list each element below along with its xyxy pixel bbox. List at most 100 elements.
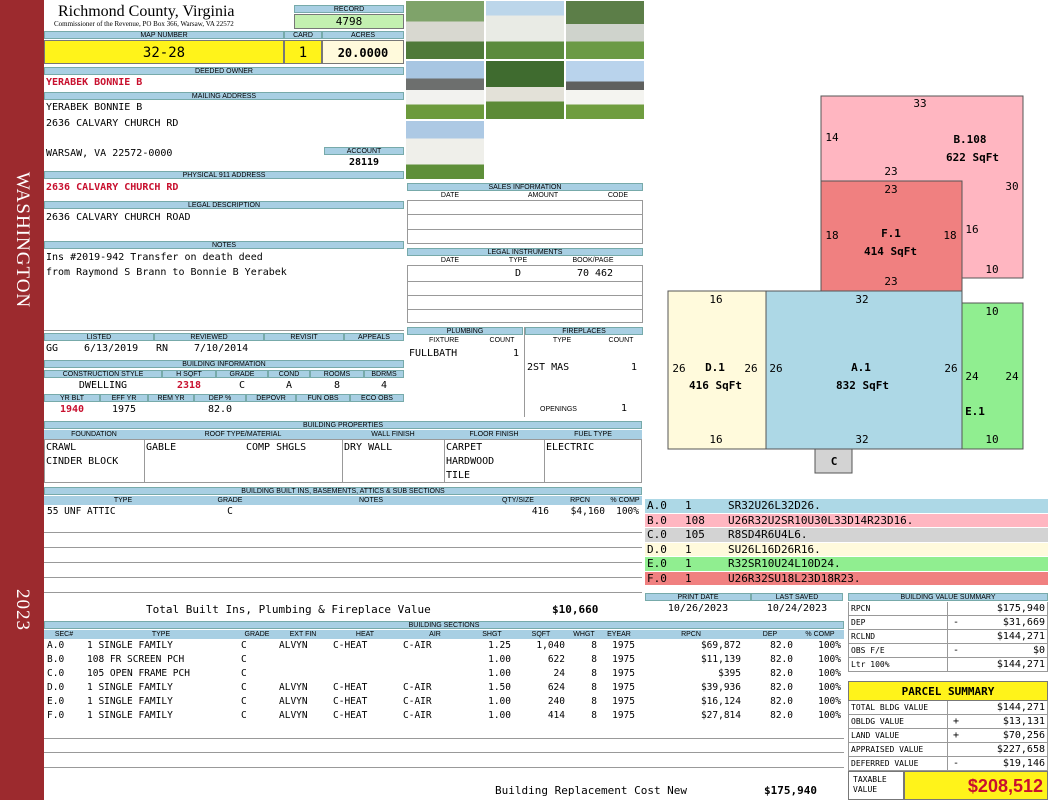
map-number: 32-28 <box>44 40 284 64</box>
bi-col-rooms: ROOMS <box>310 370 364 378</box>
sections-col: TYPE <box>84 630 238 639</box>
section-cell: C <box>241 696 247 707</box>
section-cell: 8 <box>591 696 597 707</box>
plumb-count: 1 <box>512 348 519 359</box>
builtins-col: QTY/SIZE <box>484 496 552 505</box>
divider <box>44 577 642 578</box>
summary-row: Ltr 100% $144,271 <box>848 658 1048 672</box>
section-cell: D.0 <box>47 682 65 693</box>
section-cell: C-HEAT <box>333 640 368 651</box>
bi-style: DWELLING <box>78 380 128 391</box>
physical-address: 2636 CALVARY CHURCH RD <box>46 182 179 193</box>
summary-value: $13,131 <box>1002 716 1045 727</box>
section-cell: C-AIR <box>403 640 432 651</box>
b-dim-inner-bottom: 10 <box>985 263 999 276</box>
section-cell: ALVYN <box>279 682 308 693</box>
bi-col-grade: GRADE <box>216 370 268 378</box>
summary-label: OBS F/E <box>851 646 885 655</box>
year-label: 2023 <box>12 589 33 631</box>
bi-grade: C <box>238 380 246 391</box>
bi-col-depovr: DEPOVR <box>246 394 296 402</box>
properties-label: BUILDING PROPERTIES <box>44 421 642 429</box>
fire-col-count: COUNT <box>608 337 634 344</box>
bi-hsqft: 2318 <box>176 380 202 391</box>
section-cell: B.0 <box>47 654 65 665</box>
card-label: CARD <box>284 31 322 39</box>
section-cell: 8 <box>591 682 597 693</box>
b-name: B.108 <box>953 133 987 146</box>
bi-rooms: 8 <box>333 380 341 391</box>
section-cell: 1 SINGLE FAMILY <box>87 710 173 721</box>
table-row: 55 UNF ATTIC C 416 $4,160 100% <box>44 505 642 519</box>
divider <box>44 330 404 331</box>
section-cell: $395 <box>718 668 741 679</box>
section-cell <box>276 653 330 667</box>
divider <box>44 547 642 548</box>
reviewed-date: 7/10/2014 <box>194 343 249 354</box>
section-cell: 8 <box>591 654 597 665</box>
divider <box>947 743 948 756</box>
sections-col: EYEAR <box>600 630 638 639</box>
legend-row: A.0 1 SR32U26L32D26. <box>645 499 1048 514</box>
mailing-line3: WARSAW, VA 22572-0000 <box>46 148 173 159</box>
summary-value: $175,940 <box>996 603 1045 614</box>
section-cell: C <box>241 640 247 651</box>
legend-row: F.0 1 U26R32SU18L23D18R23. <box>645 571 1048 586</box>
section-cell: 100% <box>818 640 841 651</box>
bi-dep: 82.0 <box>207 404 233 415</box>
sections-col: RPCN <box>638 630 744 639</box>
section-cell: 1 SINGLE FAMILY <box>87 696 173 707</box>
plumb-col-fixture: FIXTURE <box>429 337 459 344</box>
legend-code: 1 <box>685 542 692 556</box>
section-cell <box>400 653 470 667</box>
section-cell: 1.00 <box>488 696 511 707</box>
section-cell: C-HEAT <box>333 696 368 707</box>
divider <box>947 630 948 643</box>
bi-col-bdrms: BDRMS <box>364 370 404 378</box>
summary-label: APPRAISED VALUE <box>851 745 924 754</box>
fireplaces-label: FIREPLACES <box>525 327 643 335</box>
b-dim-right: 30 <box>1005 180 1019 193</box>
sections-col: SEC# <box>44 630 84 639</box>
section-cell: 105 OPEN FRAME PCH <box>87 668 190 679</box>
mailing-line2: 2636 CALVARY CHURCH RD <box>46 118 179 129</box>
section-cell: 82.0 <box>770 682 793 693</box>
section-cell <box>400 667 470 681</box>
c-name: C <box>830 455 838 468</box>
section-cell <box>276 667 330 681</box>
notes-line1: Ins #2019-942 Transfer on death deed <box>46 252 263 263</box>
bi-col-hsqft: H SQFT <box>162 370 216 378</box>
b-dim-inner-top: 23 <box>884 165 898 178</box>
section-cell: F.0 <box>47 710 65 721</box>
acres-label: ACRES <box>322 31 404 39</box>
summary-row: DEP - $31,669 <box>848 616 1048 630</box>
prop-foundation1: CRAWL <box>46 442 77 453</box>
d-dim-bottom: 16 <box>709 433 723 446</box>
table-row: D.0 1 SINGLE FAMILY C ALVYN C-HEAT C-AIR 1.50 6… <box>44 681 844 695</box>
prop-col-foundation: FOUNDATION <box>44 430 144 439</box>
legend-desc: SU26L16D26R16. <box>728 542 821 556</box>
section-cell: 82.0 <box>770 696 793 707</box>
taxable-value: $208,512 <box>904 771 1048 800</box>
bi-col-remyr: REM YR <box>148 394 194 402</box>
summary-value: $227,658 <box>996 744 1045 755</box>
a-dim-top: 32 <box>855 293 869 306</box>
builtins-cell <box>258 505 484 519</box>
notes-label: NOTES <box>44 241 404 249</box>
divider <box>544 439 545 483</box>
divider <box>44 752 844 753</box>
prop-col-floor: FLOOR FINISH <box>444 430 544 439</box>
sales-grid <box>407 200 643 244</box>
section-cell: 622 <box>547 654 565 665</box>
builtins-col: % COMP <box>608 496 642 505</box>
photo-6 <box>565 60 645 120</box>
plumb-fixture: FULLBATH <box>409 348 458 359</box>
sales-col-code: CODE <box>607 192 629 199</box>
legend-sec: C.0 <box>647 528 667 541</box>
photo-5 <box>485 60 565 120</box>
section-cell: 8 <box>591 710 597 721</box>
print-date-label: PRINT DATE <box>645 593 751 601</box>
a-name: A.1 <box>851 361 871 374</box>
divider <box>947 729 948 742</box>
divider <box>947 644 948 657</box>
